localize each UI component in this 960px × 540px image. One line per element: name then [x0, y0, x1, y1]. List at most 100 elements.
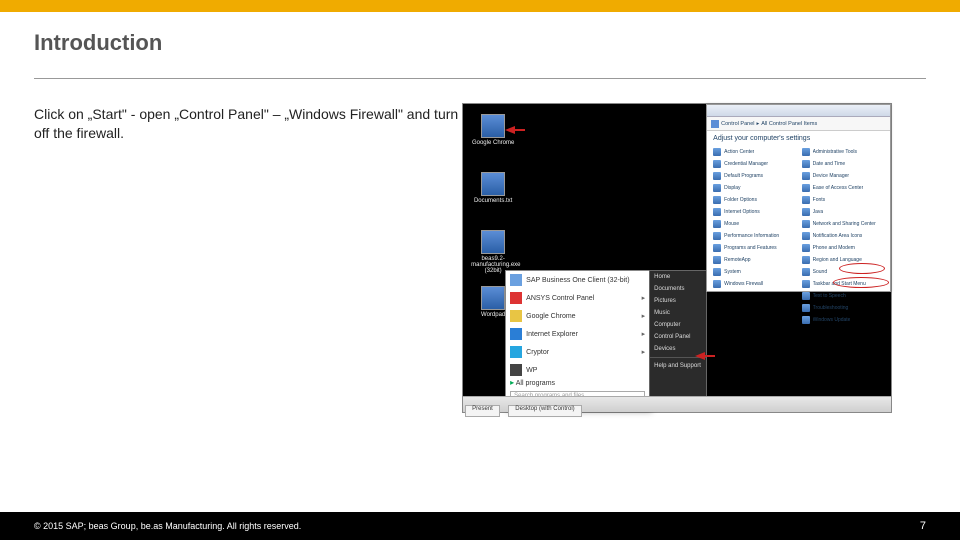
control-panel-item[interactable]	[713, 314, 796, 325]
right-panel-item[interactable]: Help and Support	[650, 360, 706, 372]
app-icon	[510, 328, 522, 340]
taskbar-button[interactable]: Present	[465, 405, 500, 417]
control-panel-item[interactable]: Programs and Features	[713, 242, 796, 253]
app-icon	[510, 346, 522, 358]
right-panel-item[interactable]: Music	[650, 307, 706, 319]
cp-item-label: Sound	[813, 269, 827, 275]
breadcrumb[interactable]: Control Panel ▸ All Control Panel Items	[707, 117, 890, 131]
control-panel-item[interactable]: RemoteApp	[713, 254, 796, 265]
control-panel-heading: Adjust your computer's settings	[707, 131, 890, 146]
control-panel-item[interactable]: Administrative Tools	[802, 146, 885, 157]
chevron-right-icon: ▸	[642, 330, 646, 338]
cp-item-label: Administrative Tools	[813, 149, 857, 155]
cp-item-icon	[713, 268, 721, 276]
control-panel-item[interactable]: Folder Options	[713, 194, 796, 205]
desktop-icon-label: Documents.txt	[471, 198, 515, 204]
control-panel-item[interactable]: System	[713, 266, 796, 277]
start-menu-item[interactable]: ANSYS Control Panel ▸	[506, 289, 649, 307]
start-menu-right-panel: Home Documents Pictures Music Computer C…	[649, 270, 707, 410]
cp-item-label: Region and Language	[813, 257, 862, 263]
right-panel-item[interactable]: Computer	[650, 319, 706, 331]
cp-item-icon	[713, 256, 721, 264]
cp-item-icon	[713, 280, 721, 288]
all-programs-link[interactable]: ▸ All programs	[510, 378, 555, 387]
cp-item-icon	[802, 292, 810, 300]
chevron-right-icon: ▸	[642, 294, 646, 302]
desktop-icon: Google Chrome	[471, 114, 515, 158]
start-menu-item[interactable]: Cryptor ▸	[506, 343, 649, 361]
control-panel-item[interactable]: Phone and Modem	[802, 242, 885, 253]
cp-item-label: Device Manager	[813, 173, 849, 179]
control-panel-item[interactable]: Display	[713, 182, 796, 193]
control-panel-item[interactable]: Ease of Access Center	[802, 182, 885, 193]
control-panel-item[interactable]: Mouse	[713, 218, 796, 229]
cp-item-icon	[802, 196, 810, 204]
cp-item-label: Folder Options	[724, 197, 757, 203]
screenshot-column: Google Chrome Documents.txt beas9.2-manu…	[462, 103, 926, 413]
start-menu-item-label: ANSYS Control Panel	[526, 295, 594, 302]
control-panel-item[interactable]: Java	[802, 206, 885, 217]
control-panel-item[interactable]	[713, 302, 796, 313]
cp-item-label: Date and Time	[813, 161, 846, 167]
brand-top-bar	[0, 0, 960, 12]
cp-item-icon	[802, 148, 810, 156]
slide-title: Introduction	[34, 30, 960, 56]
start-menu: SAP Business One Client (32-bit) ANSYS C…	[505, 270, 650, 410]
chevron-right-icon: ▸	[510, 378, 514, 387]
cp-item-icon	[802, 220, 810, 228]
right-panel-item[interactable]: Documents	[650, 283, 706, 295]
cp-item-label: Display	[724, 185, 740, 191]
cp-item-label: RemoteApp	[724, 257, 750, 263]
cp-item-label: Phone and Modem	[813, 245, 855, 251]
copyright-text: © 2015 SAP; beas Group, be.as Manufactur…	[34, 521, 301, 531]
control-panel-item[interactable]: Fonts	[802, 194, 885, 205]
cp-item-label: Notification Area Icons	[813, 233, 863, 239]
app-icon	[510, 364, 522, 376]
desktop-icon-label: Google Chrome	[471, 140, 515, 146]
chrome-icon	[481, 114, 505, 138]
cp-item-label: Programs and Features	[724, 245, 777, 251]
start-menu-item-label: Cryptor	[526, 349, 549, 356]
taskbar-button[interactable]: Desktop (with Control)	[508, 405, 581, 417]
control-panel-item[interactable]: Internet Options	[713, 206, 796, 217]
control-panel-item[interactable]: Windows Update	[802, 314, 885, 325]
control-panel-item[interactable]: Default Programs	[713, 170, 796, 181]
control-panel-item[interactable]: Text to Speech	[802, 290, 885, 301]
taskbar: Present Desktop (with Control)	[463, 396, 891, 412]
start-menu-item[interactable]: Google Chrome▸	[506, 307, 649, 325]
cp-item-icon	[713, 196, 721, 204]
cp-item-icon	[802, 160, 810, 168]
cp-item-label: Network and Sharing Center	[813, 221, 876, 227]
control-panel-item[interactable]: Device Manager	[802, 170, 885, 181]
annotation-circle-icon	[839, 263, 885, 274]
cp-item-label: Troubleshooting	[813, 305, 849, 311]
right-panel-item[interactable]: Home	[650, 271, 706, 283]
right-panel-item[interactable]: Pictures	[650, 295, 706, 307]
text-file-icon	[481, 172, 505, 196]
annotation-arrow-icon	[505, 126, 515, 134]
cp-item-label: System	[724, 269, 741, 275]
control-panel-item[interactable]	[713, 290, 796, 301]
control-panel-item[interactable]: Windows Firewall	[713, 278, 796, 289]
cp-item-icon	[802, 256, 810, 264]
cp-item-label: Ease of Access Center	[813, 185, 864, 191]
cp-item-label: Internet Options	[724, 209, 760, 215]
control-panel-item[interactable]: Date and Time	[802, 158, 885, 169]
windows-screenshot: Google Chrome Documents.txt beas9.2-manu…	[462, 103, 892, 413]
installer-icon	[481, 230, 505, 254]
cp-item-label: Fonts	[813, 197, 826, 203]
cp-item-label: Windows Update	[813, 317, 851, 323]
control-panel-item[interactable]: Notification Area Icons	[802, 230, 885, 241]
control-panel-item[interactable]: Action Center	[713, 146, 796, 157]
control-panel-item[interactable]: Troubleshooting	[802, 302, 885, 313]
chevron-right-icon: ▸	[642, 348, 646, 356]
cp-item-label: Credential Manager	[724, 161, 768, 167]
window-titlebar	[707, 105, 890, 117]
start-menu-item[interactable]: SAP Business One Client (32-bit)	[506, 271, 649, 289]
control-panel-item[interactable]: Credential Manager	[713, 158, 796, 169]
control-panel-item[interactable]: Performance Information	[713, 230, 796, 241]
right-panel-item-control-panel[interactable]: Control Panel	[650, 331, 706, 343]
start-menu-item[interactable]: Internet Explorer▸	[506, 325, 649, 343]
start-menu-item[interactable]: WP	[506, 361, 649, 379]
control-panel-item[interactable]: Network and Sharing Center	[802, 218, 885, 229]
